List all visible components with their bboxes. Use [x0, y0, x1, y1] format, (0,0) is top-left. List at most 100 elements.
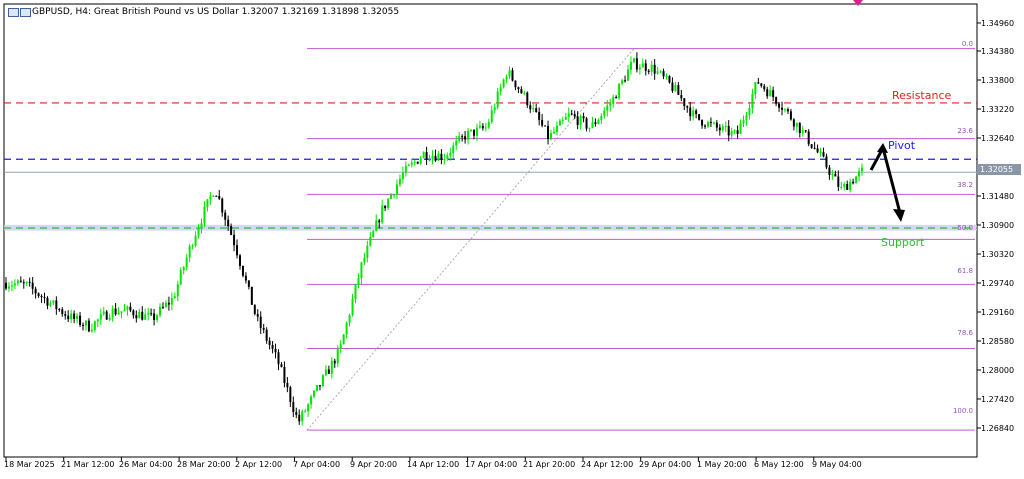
bull-candle: [493, 107, 496, 111]
bull-candle: [470, 129, 473, 131]
bull-candle: [90, 329, 93, 332]
bull-candle: [144, 314, 147, 320]
bull-candle: [843, 184, 846, 187]
bear-candle: [384, 205, 387, 209]
bear-candle: [689, 107, 692, 117]
bear-candle: [289, 387, 292, 403]
bear-candle: [701, 119, 704, 126]
bull-candle: [656, 71, 659, 74]
bull-candle: [692, 110, 695, 117]
bull-candle: [733, 130, 736, 132]
bull-candle: [484, 127, 487, 129]
bull-candle: [93, 321, 96, 330]
bull-candle: [739, 123, 742, 134]
bear-candle: [695, 110, 698, 115]
bull-candle: [357, 278, 360, 285]
bull-candle: [609, 103, 612, 106]
bear-candle: [79, 315, 82, 325]
bull-candle: [419, 158, 422, 164]
bear-candle: [259, 316, 262, 329]
bull-candle: [10, 285, 13, 287]
bear-candle: [709, 122, 712, 124]
bull-candle: [861, 167, 863, 172]
bear-candle: [274, 348, 277, 353]
bear-candle: [434, 155, 437, 161]
bull-candle: [126, 306, 129, 310]
x-tick-label: 2 Apr 12:00: [235, 460, 283, 469]
bull-candle: [316, 385, 319, 391]
bull-candle: [549, 133, 552, 139]
bull-candle: [446, 155, 449, 160]
bear-candle: [718, 127, 721, 131]
bull-candle: [13, 283, 16, 286]
bull-candle: [301, 411, 304, 422]
bull-candle: [745, 115, 748, 121]
bull-candle: [600, 115, 603, 121]
bull-candle: [313, 390, 316, 397]
bear-candle: [668, 75, 671, 83]
bull-candle: [555, 125, 558, 132]
bear-candle: [680, 95, 683, 99]
bear-candle: [256, 313, 259, 317]
bull-candle: [769, 90, 772, 97]
bull-candle: [170, 297, 173, 305]
x-tick-label: 28 Mar 20:00: [177, 460, 231, 469]
bear-candle: [686, 106, 689, 108]
bull-candle: [413, 161, 416, 163]
bull-candle: [490, 110, 493, 122]
bull-candle: [650, 64, 653, 72]
bear-candle: [662, 71, 665, 77]
bear-candle: [576, 116, 579, 126]
chart-title: GBPUSD, H4: Great British Pound vs US Do…: [32, 7, 400, 17]
bear-candle: [271, 344, 274, 349]
bull-candle: [111, 308, 114, 318]
bull-candle: [345, 322, 348, 335]
bull-candle: [194, 235, 197, 246]
bull-candle: [422, 151, 425, 159]
bear-candle: [647, 70, 650, 72]
bear-candle: [481, 125, 484, 129]
y-tick-label: 1.27420: [981, 395, 1015, 404]
bull-candle: [795, 122, 798, 127]
bull-candle: [185, 257, 188, 268]
bull-candle: [351, 299, 354, 316]
x-tick-label: 17 Apr 04:00: [465, 460, 518, 469]
bear-candle: [786, 109, 789, 112]
bear-candle: [834, 174, 837, 177]
chart-window-icon[interactable]: [20, 8, 31, 17]
price-chart[interactable]: [0, 0, 1024, 479]
bull-candle: [606, 105, 609, 111]
bull-candle: [579, 116, 582, 126]
chart-menu-icon[interactable]: [8, 8, 19, 17]
bear-candle: [233, 234, 236, 246]
y-tick-label: 1.34960: [981, 19, 1015, 28]
current-price-tag: 1.32055: [977, 164, 1021, 175]
bull-candle: [360, 262, 363, 279]
bear-candle: [227, 219, 230, 227]
bull-candle: [858, 171, 861, 177]
x-tick-label: 9 May 04:00: [812, 460, 862, 469]
chart-window[interactable]: GBPUSD, H4: Great British Pound vs US Do…: [0, 0, 1024, 479]
bear-candle: [810, 144, 813, 148]
fib-label-618: 61.8: [957, 267, 973, 275]
bull-candle: [203, 206, 206, 224]
x-tick-label: 14 Apr 12:00: [407, 460, 460, 469]
bear-candle: [67, 315, 70, 320]
bull-candle: [206, 199, 209, 207]
bear-candle: [61, 309, 64, 315]
bear-candle: [635, 58, 638, 70]
bull-candle: [831, 174, 834, 176]
bull-candle: [721, 126, 724, 131]
bear-candle: [31, 282, 34, 289]
bull-candle: [212, 195, 215, 197]
bull-candle: [191, 245, 194, 247]
bull-candle: [712, 122, 715, 124]
bear-candle: [292, 402, 295, 413]
time-marker-icon[interactable]: [853, 0, 863, 6]
bull-candle: [108, 317, 111, 320]
bull-candle: [496, 91, 499, 108]
y-tick-label: 1.30900: [981, 221, 1015, 230]
y-tick-label: 1.34380: [981, 47, 1015, 56]
bull-candle: [120, 311, 123, 313]
x-tick-label: 29 Apr 04:00: [639, 460, 692, 469]
